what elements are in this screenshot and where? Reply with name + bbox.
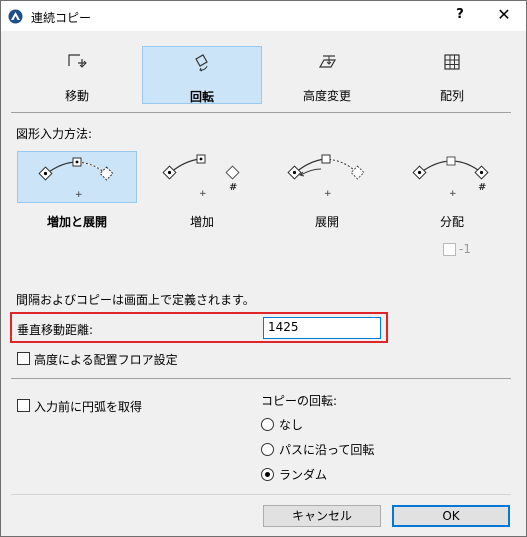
rotation-none-radio[interactable] (261, 418, 274, 431)
increment-icon: + # (162, 154, 240, 199)
elevate-icon (318, 55, 337, 68)
distribute-icon: + # (412, 156, 489, 199)
method-increment-button[interactable]: + # (142, 151, 262, 203)
spread-icon: + (287, 154, 365, 199)
array-icon (444, 54, 460, 70)
get-arc-label: 入力前に円弧を取得 (34, 400, 143, 414)
method-distribute-label: 分配 (439, 215, 464, 229)
svg-text:+: + (199, 189, 207, 199)
method-increment-spread-label: 増加と展開 (46, 215, 107, 229)
rotation-none-label: なし (279, 418, 304, 432)
rotation-random-radio[interactable] (261, 468, 274, 481)
rotation-random-label: ランダム (279, 468, 328, 482)
info-text: 間隔およびコピーは画面上で定義されます。 (16, 293, 255, 307)
title-bar: 連続コピー ? ✕ (1, 1, 526, 31)
close-button[interactable]: ✕ (489, 5, 519, 27)
help-button[interactable]: ? (445, 7, 475, 27)
divider (11, 494, 511, 495)
floor-by-elevation-label: 高度による配置フロア設定 (34, 353, 178, 367)
mode-array-button[interactable]: 配列 (392, 46, 512, 104)
ok-button[interactable]: OK (392, 505, 510, 527)
mode-move-label: 移動 (64, 89, 89, 103)
mode-elevate-label: 高度変更 (302, 89, 351, 103)
count-minus-one-checkbox[interactable] (443, 243, 456, 256)
count-minus-one-label: -1 (459, 242, 471, 256)
method-increment-label: 増加 (189, 215, 214, 229)
mode-array-label: 配列 (439, 89, 464, 103)
mode-elevate-button[interactable]: 高度変更 (267, 46, 387, 104)
svg-text:#: # (478, 182, 486, 193)
rotation-along-path-label: パスに沿って回転 (279, 443, 375, 457)
rotation-along-path-radio[interactable] (261, 443, 274, 456)
cancel-button[interactable]: キャンセル (263, 505, 381, 527)
input-method-heading: 図形入力方法: (16, 127, 93, 141)
method-spread-button[interactable]: + (267, 151, 387, 203)
vertical-distance-input[interactable]: 1425 (263, 317, 381, 339)
method-distribute-button[interactable]: + # (392, 151, 512, 203)
move-icon (68, 54, 87, 68)
increment-spread-icon: + (38, 157, 114, 200)
svg-text:+: + (324, 189, 332, 199)
copy-rotation-heading: コピーの回転: (261, 394, 338, 408)
svg-text:+: + (449, 189, 457, 199)
rotate-icon (195, 54, 208, 72)
divider (11, 378, 511, 379)
archicad-app-icon (8, 9, 23, 24)
vertical-distance-label: 垂直移動距離: (17, 323, 94, 337)
svg-text:#: # (229, 182, 237, 193)
mode-rotate-label: 回転 (189, 90, 214, 104)
multiple-copy-dialog: 連続コピー ? ✕ 移動 回転 高度変更 配列 図形入力方法: + 増加と展開 … (0, 0, 527, 537)
method-increment-spread-button[interactable]: + (17, 151, 137, 203)
floor-by-elevation-checkbox[interactable] (17, 352, 30, 365)
divider (11, 112, 511, 113)
window-title: 連続コピー (31, 11, 92, 25)
method-spread-label: 展開 (314, 215, 339, 229)
mode-move-button[interactable]: 移動 (17, 46, 137, 104)
svg-text:+: + (75, 190, 83, 200)
get-arc-checkbox[interactable] (17, 399, 30, 412)
mode-rotate-button[interactable]: 回転 (142, 46, 262, 104)
